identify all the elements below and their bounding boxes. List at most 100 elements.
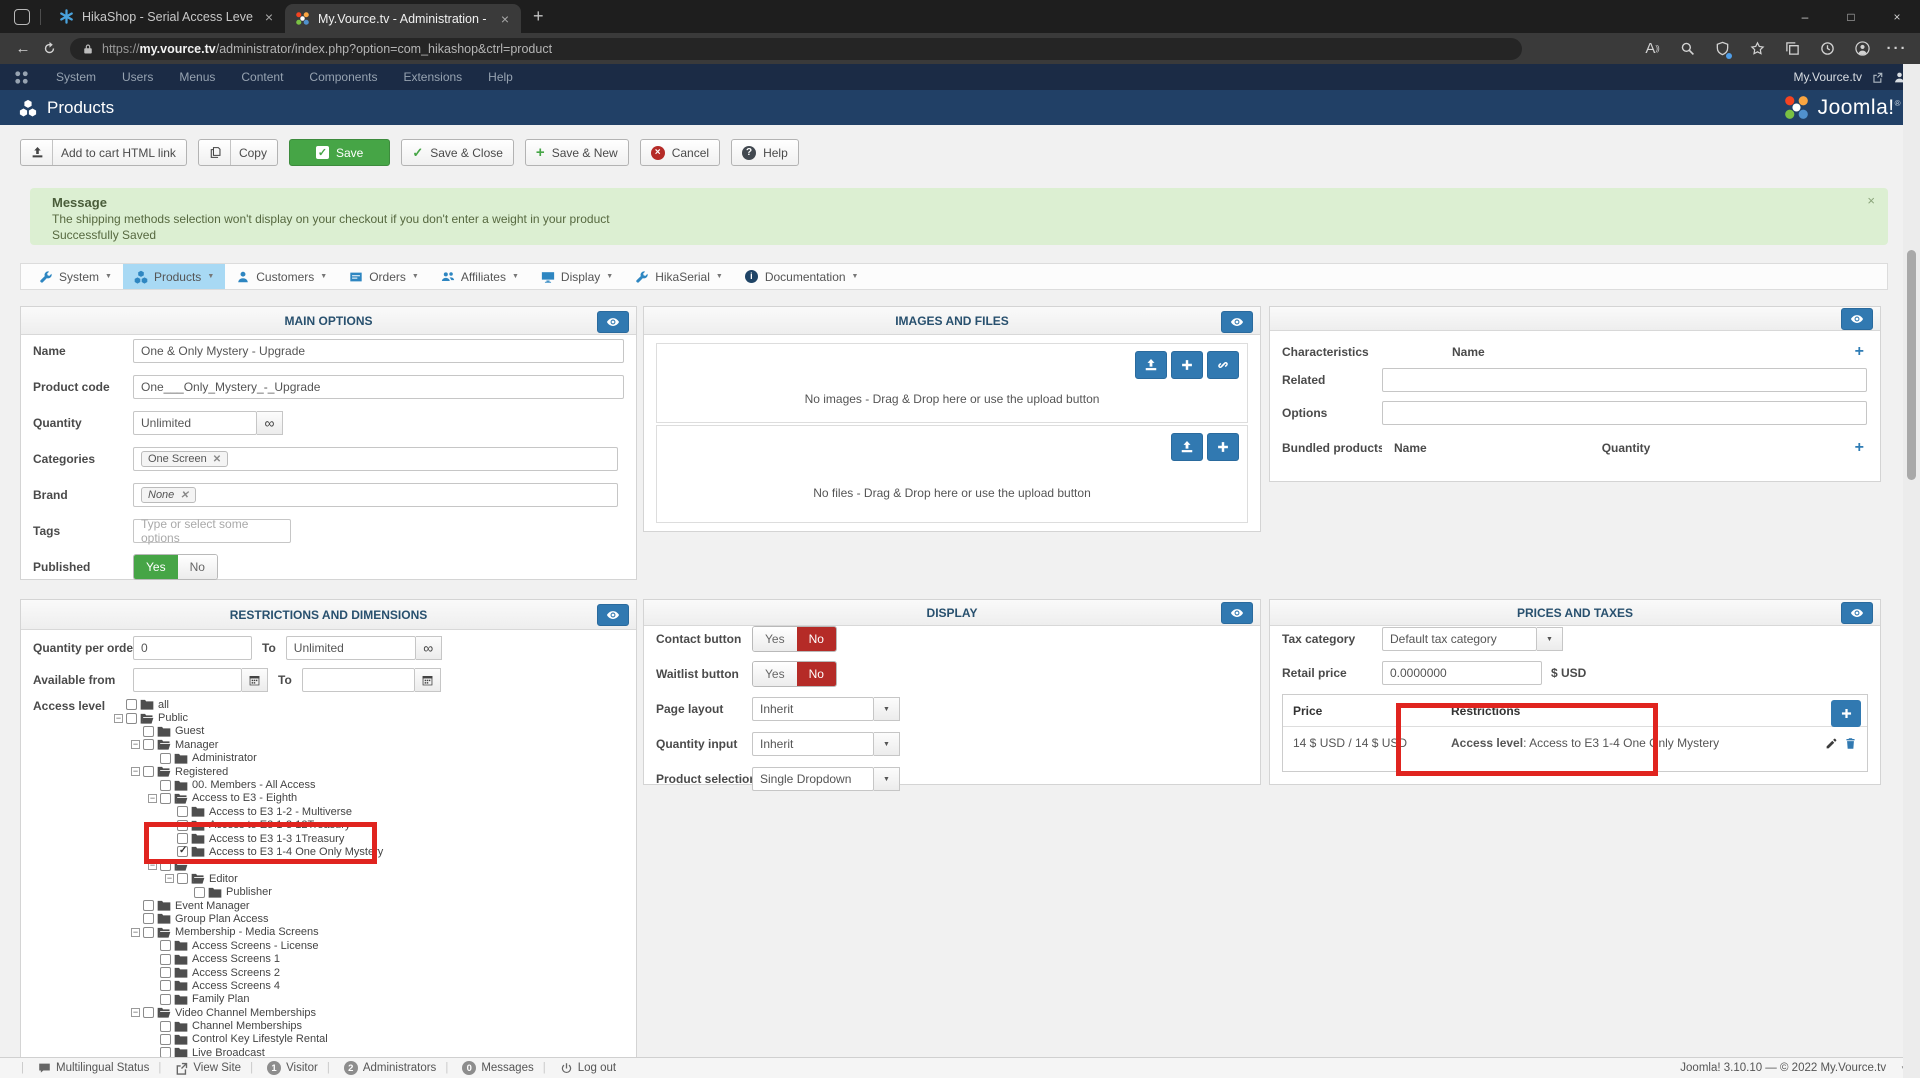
tree-collapse-icon[interactable]: − (131, 767, 140, 776)
tab-actions-icon[interactable] (14, 9, 30, 25)
tree-row[interactable]: − Access Screens - License (33, 939, 624, 952)
browser-essentials-icon[interactable] (1709, 37, 1735, 61)
category-chip[interactable]: One Screen✕ (141, 451, 228, 467)
infinity-button[interactable]: ∞ (416, 636, 442, 660)
select-arrow-button[interactable]: ▼ (1537, 627, 1563, 651)
brand-chip[interactable]: None✕ (141, 487, 196, 503)
tree-checkbox[interactable] (143, 766, 154, 777)
retail-price-field[interactable]: 0.0000000 (1382, 661, 1542, 685)
tree-row[interactable]: − Guest (33, 725, 624, 738)
tree-row[interactable]: − Event Manager (33, 899, 624, 912)
cancel-button[interactable]: × Cancel (640, 139, 720, 166)
history-icon[interactable] (1814, 37, 1840, 61)
tree-row[interactable]: − Access Screens 2 (33, 966, 624, 979)
tree-row[interactable]: − Manager (33, 738, 624, 751)
add-file-button[interactable] (1207, 433, 1239, 461)
tree-row[interactable]: − 00. Members - All Access (33, 778, 624, 791)
window-minimize-button[interactable]: – (1782, 0, 1828, 33)
hikashop-menu-system[interactable]: System ▼ (28, 264, 123, 289)
tree-row[interactable]: − Registered (33, 765, 624, 778)
admin-menu-item[interactable]: Content (228, 70, 296, 84)
tree-row[interactable]: − Public (33, 711, 624, 724)
browser-tab-hikashop[interactable]: HikaShop - Serial Access Level n × (49, 0, 285, 33)
back-button[interactable]: ← (10, 37, 36, 61)
hikashop-menu-affiliates[interactable]: Affiliates ▼ (430, 264, 530, 289)
available-from-field[interactable] (133, 668, 242, 692)
tax-category-select[interactable]: Default tax category (1382, 627, 1537, 651)
tree-checkbox[interactable] (160, 940, 171, 951)
tree-checkbox[interactable] (143, 739, 154, 750)
tree-row[interactable]: − Access to E3 - Eighth (33, 792, 624, 805)
related-input[interactable] (1382, 368, 1867, 392)
eye-toggle-button[interactable] (597, 604, 629, 626)
save-new-button[interactable]: + Save & New (525, 139, 629, 166)
page-layout-select[interactable]: Inherit (752, 697, 874, 721)
admin-menu-item[interactable]: Users (109, 70, 166, 84)
available-to-field[interactable] (302, 668, 415, 692)
administrators-count[interactable]: 2 Administrators (318, 1061, 437, 1075)
tree-checkbox[interactable] (160, 967, 171, 978)
hikashop-menu-display[interactable]: Display ▼ (530, 264, 624, 289)
upload-file-button[interactable] (1171, 433, 1203, 461)
save-button[interactable]: ✓ Save (289, 139, 390, 166)
save-close-button[interactable]: ✓ Save & Close (401, 139, 514, 166)
scrollbar-thumb[interactable] (1907, 250, 1916, 480)
new-tab-button[interactable]: + (521, 6, 556, 27)
quantity-max-field[interactable]: Unlimited (286, 636, 416, 660)
delete-price-icon[interactable] (1844, 737, 1857, 750)
refresh-button[interactable] (36, 37, 62, 61)
address-bar[interactable]: https://my.vource.tv/administrator/index… (70, 38, 1522, 60)
eye-toggle-button[interactable] (1221, 602, 1253, 624)
tree-row[interactable]: − Group Plan Access (33, 912, 624, 925)
eye-toggle-button[interactable] (1841, 308, 1873, 330)
tree-row[interactable]: − Control Key Lifestyle Rental (33, 1033, 624, 1046)
tree-row[interactable]: − Administrator (33, 752, 624, 765)
message-close-icon[interactable]: × (1867, 193, 1875, 208)
view-site-link[interactable]: View Site (149, 1062, 241, 1075)
add-characteristic-button[interactable]: + (1855, 343, 1868, 361)
eye-toggle-button[interactable] (597, 311, 629, 333)
tree-row[interactable]: − Access Screens 4 (33, 979, 624, 992)
quantity-field[interactable]: Unlimited (133, 411, 257, 435)
tree-checkbox[interactable] (160, 1034, 171, 1045)
files-dropzone[interactable]: No files - Drag & Drop here or use the u… (656, 425, 1248, 523)
messages-count[interactable]: 0 Messages (436, 1061, 533, 1075)
tree-checkbox[interactable] (143, 913, 154, 924)
tree-checkbox[interactable] (126, 713, 137, 724)
collections-icon[interactable] (1779, 37, 1805, 61)
hikashop-menu-documentation[interactable]: i Documentation ▼ (734, 264, 870, 289)
hikashop-menu-products[interactable]: Products ▼ (123, 264, 225, 289)
tree-collapse-icon[interactable]: − (131, 1008, 140, 1017)
tree-collapse-icon[interactable]: − (114, 714, 123, 723)
infinity-button[interactable]: ∞ (257, 411, 283, 435)
product-selection-select[interactable]: Single Dropdown (752, 767, 874, 791)
tree-checkbox[interactable] (143, 1007, 154, 1018)
tree-collapse-icon[interactable]: − (165, 874, 174, 883)
select-arrow-button[interactable]: ▼ (874, 697, 900, 721)
upload-image-button[interactable] (1135, 351, 1167, 379)
add-image-button[interactable] (1171, 351, 1203, 379)
site-name-link[interactable]: My.Vource.tv (1794, 70, 1862, 84)
admin-menu-item[interactable]: Menus (166, 70, 228, 84)
settings-more-icon[interactable]: ··· (1884, 37, 1910, 61)
admin-menu-item[interactable]: Components (296, 70, 390, 84)
calendar-button[interactable] (242, 668, 268, 692)
tree-checkbox[interactable] (160, 1021, 171, 1032)
quantity-input-select[interactable]: Inherit (752, 732, 874, 756)
hikashop-menu-orders[interactable]: Orders ▼ (338, 264, 430, 289)
tree-checkbox[interactable] (160, 753, 171, 764)
name-field[interactable]: One & Only Mystery - Upgrade (133, 339, 624, 363)
published-no-button[interactable]: No (178, 555, 217, 579)
tree-checkbox[interactable] (160, 994, 171, 1005)
tree-row[interactable]: − Family Plan (33, 993, 624, 1006)
tree-checkbox[interactable] (177, 806, 188, 817)
window-maximize-button[interactable]: □ (1828, 0, 1874, 33)
tree-collapse-icon[interactable]: − (131, 928, 140, 937)
admin-menu-item[interactable]: Help (475, 70, 526, 84)
tree-checkbox[interactable] (160, 780, 171, 791)
waitlist-no-button[interactable]: No (797, 662, 836, 686)
browser-tab-admin[interactable]: My.Vource.tv - Administration - × (285, 4, 521, 33)
remove-tag-icon[interactable]: ✕ (180, 490, 188, 501)
read-aloud-icon[interactable]: A)) (1639, 37, 1665, 61)
page-scrollbar[interactable] (1903, 64, 1920, 1078)
